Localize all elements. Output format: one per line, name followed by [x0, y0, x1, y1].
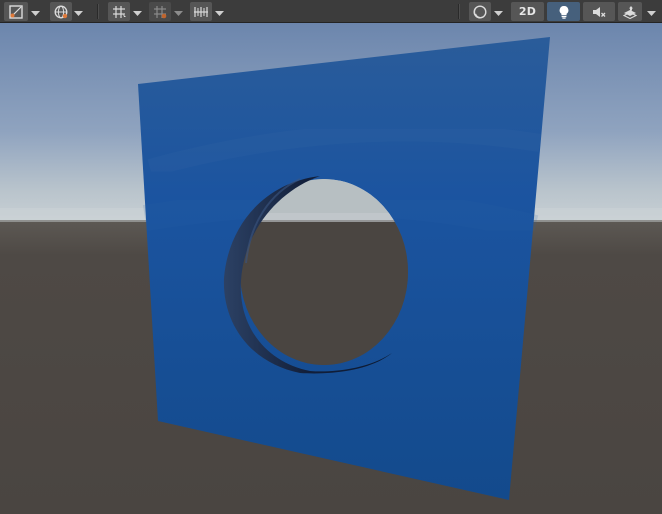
toolbar-separator	[458, 4, 460, 19]
scene-view-window: 2D	[0, 0, 662, 514]
global-local-icon	[54, 5, 68, 19]
draw-mode-dropdown[interactable]	[491, 2, 505, 21]
scene-audio-button[interactable]	[583, 2, 615, 21]
vertex-snap-button[interactable]	[190, 2, 212, 21]
increment-snap-dropdown[interactable]	[171, 2, 185, 21]
scene-effects-dropdown[interactable]	[644, 2, 658, 21]
sphere-shading-icon	[473, 4, 487, 19]
scene-toolbar: 2D	[0, 0, 662, 23]
toggle-2d-label: 2D	[518, 5, 537, 18]
chevron-down-icon	[173, 2, 183, 21]
grid-snap-dropdown[interactable]	[130, 2, 144, 21]
shading-mode-icon	[9, 4, 23, 19]
chevron-down-icon	[214, 2, 224, 21]
chevron-down-icon	[30, 2, 40, 21]
global-local-dropdown[interactable]	[71, 2, 85, 21]
lightbulb-icon	[558, 5, 570, 19]
shading-mode-button[interactable]	[4, 2, 28, 21]
speaker-mute-icon	[592, 5, 606, 19]
shading-mode-dropdown[interactable]	[28, 2, 42, 21]
increment-snap-button[interactable]	[149, 2, 171, 21]
grid-snap-button[interactable]	[108, 2, 130, 21]
toolbar-separator	[97, 4, 99, 19]
draw-mode-button[interactable]	[469, 2, 491, 21]
chevron-down-icon	[73, 2, 83, 21]
layers-effects-icon	[622, 5, 638, 19]
scene-effects-button[interactable]	[618, 2, 642, 21]
chevron-down-icon	[493, 2, 503, 21]
scene-lighting-button[interactable]	[547, 2, 580, 21]
global-local-button[interactable]	[50, 2, 72, 21]
vertex-snap-icon	[193, 5, 209, 19]
grid-snap-icon	[112, 5, 127, 19]
scene-viewport[interactable]	[0, 23, 662, 514]
increment-snap-icon	[153, 5, 168, 19]
vertex-snap-dropdown[interactable]	[212, 2, 226, 21]
toggle-2d-button[interactable]: 2D	[511, 2, 544, 21]
chevron-down-icon	[132, 2, 142, 21]
chevron-down-icon	[646, 2, 656, 21]
